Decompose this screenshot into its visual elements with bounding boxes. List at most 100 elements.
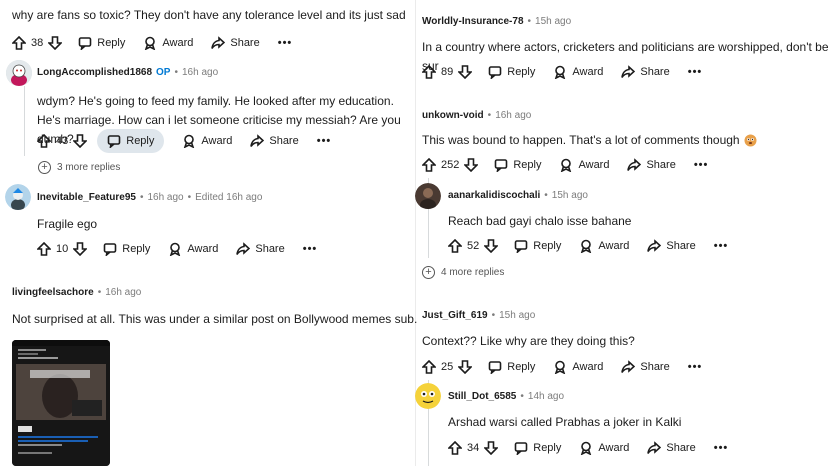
username[interactable]: LongAccomplished1868 [37,67,152,78]
upvote-icon[interactable] [422,158,436,172]
share-icon [647,441,662,454]
avatar[interactable] [6,60,32,86]
comment-text: Arshad warsi called Prabhas a joker in K… [448,415,682,429]
username[interactable]: Inevitable_Feature95 [37,192,136,203]
reply-button[interactable]: Reply [494,158,541,172]
downvote-icon[interactable] [458,360,473,374]
avatar[interactable] [415,183,441,209]
comment-text: This was bound to happen. That's a lot o… [422,133,740,147]
downvote-icon[interactable] [48,36,63,50]
timestamp: 16h ago [182,67,219,78]
award-button[interactable]: Award [182,134,232,148]
reply-button[interactable]: Reply [488,65,535,79]
upvote-icon[interactable] [37,242,51,256]
vote-count: 38 [31,37,44,49]
expand-icon: + [38,161,51,174]
award-button[interactable]: Award [559,158,609,172]
more-options-button[interactable]: ••• [694,159,709,171]
share-icon [627,158,642,171]
edited-label: Edited 16h ago [195,192,263,203]
award-button[interactable]: Award [143,36,193,50]
emoji-icon [744,134,757,147]
reply-button[interactable]: Reply [97,129,165,153]
comment-meta: aanarkalidiscochali • 15h ago [448,190,588,201]
more-options-button[interactable]: ••• [714,240,729,252]
comment-actions: 89 Reply Award Share ••• [422,59,702,85]
upvote-icon[interactable] [37,134,51,148]
award-icon [555,65,566,79]
award-button[interactable]: Award [168,242,218,256]
more-options-button[interactable]: ••• [688,361,703,373]
comment-image[interactable] [12,340,110,466]
timestamp: 15h ago [535,16,572,27]
award-button[interactable]: Award [553,65,603,79]
downvote-icon[interactable] [484,239,499,253]
more-replies-button[interactable]: + 3 more replies [38,161,120,174]
share-button[interactable]: Share [250,134,299,148]
reply-button[interactable]: Reply [78,36,125,50]
avatar[interactable] [415,383,441,409]
downvote-icon[interactable] [73,134,88,148]
comment-meta: LongAccomplished1868 OP • 16h ago [37,67,219,78]
more-options-button[interactable]: ••• [688,66,703,78]
share-icon [250,134,265,147]
comment-meta: Still_Dot_6585 • 14h ago [448,391,565,402]
share-button[interactable]: Share [647,239,696,253]
share-button[interactable]: Share [627,158,676,172]
comment-meta: Just_Gift_619 • 15h ago [422,310,536,321]
share-button[interactable]: Share [647,441,696,455]
award-button[interactable]: Award [579,441,629,455]
upvote-icon[interactable] [12,36,26,50]
share-icon [621,65,636,78]
username[interactable]: Just_Gift_619 [422,310,488,321]
timestamp: 14h ago [527,391,565,402]
award-button[interactable]: Award [553,360,603,374]
comment-actions: 34 Reply Award Share ••• [448,435,728,461]
reply-button[interactable]: Reply [488,360,535,374]
vote-group: 89 [422,65,473,79]
upvote-icon[interactable] [448,239,462,253]
more-options-button[interactable]: ••• [278,37,293,49]
comment-text: Context?? Like why are they doing this? [422,334,635,348]
more-options-button[interactable]: ••• [303,243,318,255]
username[interactable]: unkown-void [422,110,484,121]
more-replies-button[interactable]: + 4 more replies [422,266,504,279]
comment-actions: 10 Reply Award Share ••• [37,236,317,262]
comment-icon [107,135,121,148]
downvote-icon[interactable] [484,441,499,455]
upvote-icon[interactable] [448,441,462,455]
award-icon [581,239,592,253]
award-button[interactable]: Award [579,239,629,253]
more-options-button[interactable]: ••• [317,135,332,147]
op-badge: OP [156,67,171,78]
reply-button[interactable]: Reply [103,242,150,256]
comment-text: Not surprised at all. This was under a s… [12,312,418,326]
downvote-icon[interactable] [458,65,473,79]
vote-count: 25 [441,361,454,373]
username[interactable]: aanarkalidiscochali [448,190,540,201]
upvote-icon[interactable] [422,360,436,374]
reply-button[interactable]: Reply [514,441,561,455]
vote-group: 52 [448,239,499,253]
comment-meta: unkown-void • 16h ago [422,110,532,121]
downvote-icon[interactable] [464,158,479,172]
vote-group: 25 [422,360,473,374]
username[interactable]: livingfeelsachore [12,287,94,298]
expand-icon: + [422,266,435,279]
share-button[interactable]: Share [621,65,670,79]
more-options-button[interactable]: ••• [714,442,729,454]
comment-icon [488,361,502,374]
comment-text: why are fans so toxic? They don't have a… [12,8,406,22]
upvote-icon[interactable] [422,65,436,79]
share-button[interactable]: Share [211,36,260,50]
share-button[interactable]: Share [236,242,285,256]
reply-button[interactable]: Reply [514,239,561,253]
vote-group: 43 [37,134,88,148]
downvote-icon[interactable] [73,242,88,256]
username[interactable]: Worldly-Insurance-78 [422,16,524,27]
avatar[interactable] [5,184,31,210]
vote-count: 10 [56,243,69,255]
username[interactable]: Still_Dot_6585 [448,391,516,402]
share-button[interactable]: Share [621,360,670,374]
comment-text: Reach bad gayi chalo isse bahane [448,214,632,228]
